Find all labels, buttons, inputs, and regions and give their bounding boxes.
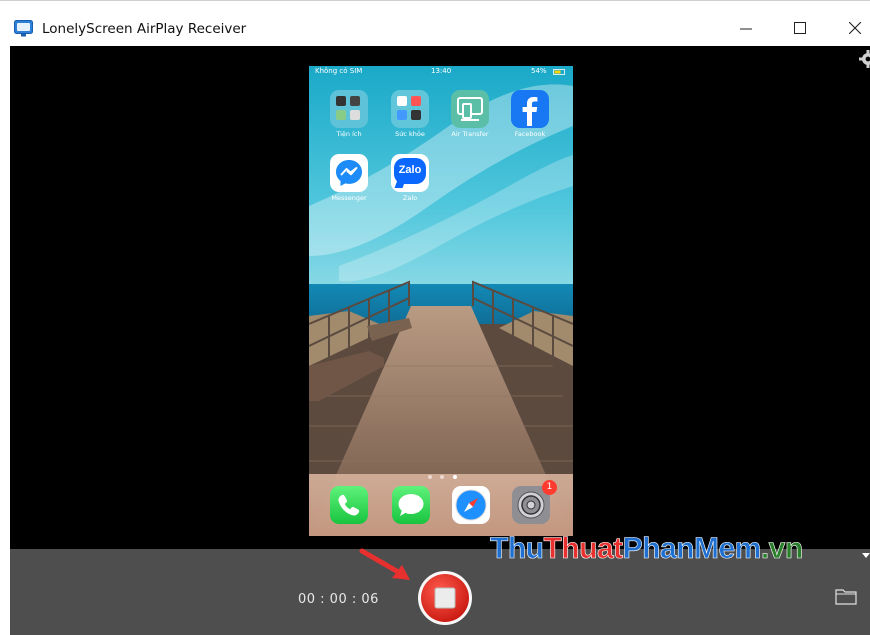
health-folder-icon <box>391 90 429 128</box>
close-icon <box>849 22 861 34</box>
carrier-status: Không có SIM <box>315 67 363 75</box>
recording-timer: 00 : 00 : 06 <box>298 592 379 607</box>
zalo-icon: Zalo <box>391 154 429 192</box>
app-label: Tiện ích <box>336 130 362 138</box>
air-transfer-icon <box>451 90 489 128</box>
page-indicator[interactable] <box>426 466 459 484</box>
maximize-button[interactable] <box>777 9 823 47</box>
app-label: Sức khỏe <box>395 130 425 138</box>
page-dot-active <box>452 475 457 479</box>
maximize-icon <box>794 22 806 34</box>
page-dot <box>440 475 445 479</box>
phone-screen: Không có SIM 13:40 54% Tiện ích Sức khỏe… <box>309 66 573 536</box>
zalo-glyph: Zalo <box>398 164 422 176</box>
phone-icon[interactable] <box>330 486 368 524</box>
battery-icon <box>553 69 565 75</box>
red-arrow-annotation <box>359 548 410 580</box>
clock-status: 13:40 <box>431 67 452 75</box>
minimize-icon <box>740 28 752 30</box>
gear-icon[interactable] <box>856 50 870 68</box>
page-dot <box>428 475 432 479</box>
close-button[interactable] <box>832 9 870 47</box>
chevron-down-icon <box>862 553 870 558</box>
app-label: Zalo <box>402 194 418 202</box>
watermark-logo: ThuThuatPhanMem.vn <box>490 532 804 566</box>
title-bar: LonelyScreen AirPlay Receiver <box>0 0 870 46</box>
app-label: Air Transfer <box>451 130 489 138</box>
minimize-button[interactable] <box>723 9 769 47</box>
app-label: Facebook <box>514 130 546 138</box>
notification-badge: 1 <box>542 480 557 495</box>
watermark-part: .vn <box>760 532 804 566</box>
stop-record-icon[interactable] <box>416 569 474 627</box>
folder-icon[interactable] <box>835 587 857 605</box>
battery-status: 54% <box>531 67 547 75</box>
facebook-icon <box>511 90 549 128</box>
watermark-part: PhanMem <box>622 532 761 566</box>
app-label: Messenger <box>331 194 367 202</box>
watermark-part: Thuat <box>543 532 623 566</box>
messages-icon[interactable] <box>392 486 430 524</box>
messenger-icon <box>330 154 368 192</box>
watermark-part: Thu <box>490 532 545 566</box>
app-monitor-icon <box>14 20 33 37</box>
safari-icon[interactable] <box>452 486 490 524</box>
mirror-viewer: Không có SIM 13:40 54% Tiện ích Sức khỏe… <box>10 46 870 549</box>
window-title: LonelyScreen AirPlay Receiver <box>42 21 247 37</box>
utilities-folder-icon <box>330 90 368 128</box>
